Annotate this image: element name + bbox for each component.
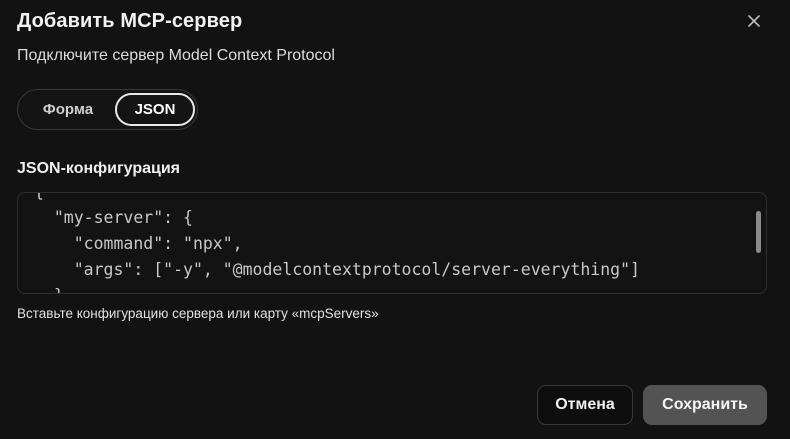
json-helper-text: Вставьте конфигурацию сервера или карту … [17,306,379,321]
json-config-editor[interactable]: { "my-server": { "command": "npx", "args… [17,192,767,294]
dialog-subtitle: Подключите сервер Model Context Protocol [17,47,335,64]
code-line: "my-server": { [34,208,193,227]
mode-toggle: Форма JSON [17,89,198,130]
code-line: } [34,286,64,293]
mode-option-json[interactable]: JSON [115,93,195,126]
mode-option-form[interactable]: Форма [21,93,115,126]
code-line: { [34,193,44,201]
close-icon[interactable] [744,11,764,31]
json-code: { "my-server": { "command": "npx", "args… [18,193,640,293]
code-line: "args": ["-y", "@modelcontextprotocol/se… [34,260,640,279]
code-line: "command": "npx", [34,234,243,253]
json-config-label: JSON-конфигурация [17,160,180,177]
save-button[interactable]: Сохранить [643,385,767,425]
add-mcp-server-dialog: Добавить MCP-сервер Подключите сервер Mo… [0,0,790,439]
dialog-title: Добавить MCP-сервер [17,10,243,32]
cancel-button[interactable]: Отмена [537,385,633,425]
editor-scrollbar[interactable] [756,211,761,253]
